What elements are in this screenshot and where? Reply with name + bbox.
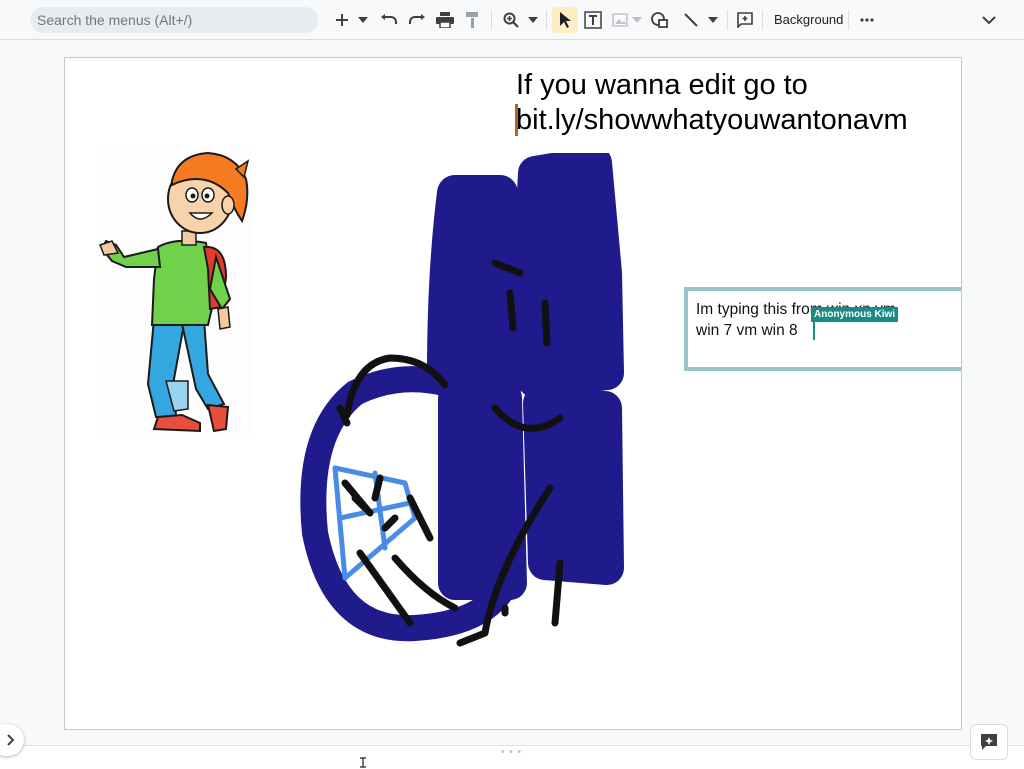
- plus-icon: [336, 14, 348, 26]
- paint-format-icon: [466, 12, 478, 28]
- textbox-tool-button[interactable]: [581, 7, 605, 33]
- image-tool-button[interactable]: [610, 7, 630, 33]
- collapse-toolbar-button[interactable]: [977, 7, 1001, 33]
- comment-icon: [737, 12, 753, 28]
- shape-icon: [651, 12, 668, 28]
- dropdown-icon: [528, 17, 538, 23]
- zoom-icon: [503, 12, 519, 28]
- cartoon-boy-image[interactable]: [96, 149, 252, 434]
- more-icon: [860, 18, 874, 22]
- text-cursor: [515, 104, 518, 136]
- zoom-dropdown[interactable]: [524, 7, 542, 33]
- collapse-chevron-icon: [982, 15, 996, 24]
- new-slide-button[interactable]: [330, 7, 354, 33]
- textbox-icon: [584, 11, 602, 29]
- slide-title-line-1: If you wanna edit go to: [516, 69, 808, 101]
- print-button[interactable]: [433, 7, 457, 33]
- zoom-button[interactable]: [499, 7, 523, 33]
- paint-format-button[interactable]: [461, 7, 485, 33]
- shape-tool-button[interactable]: [648, 7, 672, 33]
- more-options-button[interactable]: [855, 7, 879, 33]
- text-box-line-2: win 7 vm win 8: [696, 322, 798, 339]
- toolbar-divider: [762, 10, 763, 30]
- collab-text-box[interactable]: Im typing this from win xp vm win 7 vm w…: [684, 287, 961, 371]
- line-dropdown[interactable]: [704, 7, 722, 33]
- select-cursor-icon: [560, 12, 571, 28]
- image-dropdown[interactable]: [630, 7, 644, 33]
- toolbar-divider: [546, 10, 547, 30]
- dropdown-icon: [358, 17, 368, 23]
- select-tool-button[interactable]: [552, 7, 578, 33]
- slide-title-line-2: bit.ly/showwhatyouwantonavm: [516, 104, 908, 136]
- collaborator-cursor: [813, 322, 815, 340]
- line-tool-button[interactable]: [679, 7, 703, 33]
- background-button[interactable]: Background: [768, 7, 849, 33]
- image-icon: [612, 13, 628, 27]
- undo-button[interactable]: [377, 7, 401, 33]
- explore-button[interactable]: [970, 724, 1008, 760]
- redo-icon: [409, 14, 425, 24]
- text-cursor-icon: [360, 757, 366, 768]
- redo-button[interactable]: [405, 7, 429, 33]
- print-icon: [436, 12, 454, 28]
- freehand-drawing[interactable]: [295, 153, 635, 673]
- chevron-right-icon: [7, 734, 15, 746]
- dropdown-icon: [708, 17, 718, 23]
- dropdown-icon: [632, 17, 642, 23]
- resize-handle[interactable]: • • •: [501, 747, 522, 758]
- undo-icon: [381, 14, 397, 24]
- slide-canvas[interactable]: If you wanna edit go to bit.ly/showwhaty…: [64, 57, 962, 730]
- search-menus-input[interactable]: [30, 7, 318, 33]
- new-slide-dropdown[interactable]: [354, 7, 372, 33]
- slide-title-text[interactable]: If you wanna edit go to bit.ly/showwhaty…: [516, 68, 946, 138]
- toolbar-divider: [848, 10, 849, 30]
- toolbar-divider: [491, 10, 492, 30]
- toolbar-divider: [727, 10, 728, 30]
- comment-button[interactable]: [733, 7, 757, 33]
- sparkle-comment-icon: [981, 734, 997, 750]
- line-icon: [684, 13, 698, 27]
- toolbar: Background: [0, 0, 1024, 40]
- collaborator-name-flag: Anonymous Kiwi: [811, 307, 899, 322]
